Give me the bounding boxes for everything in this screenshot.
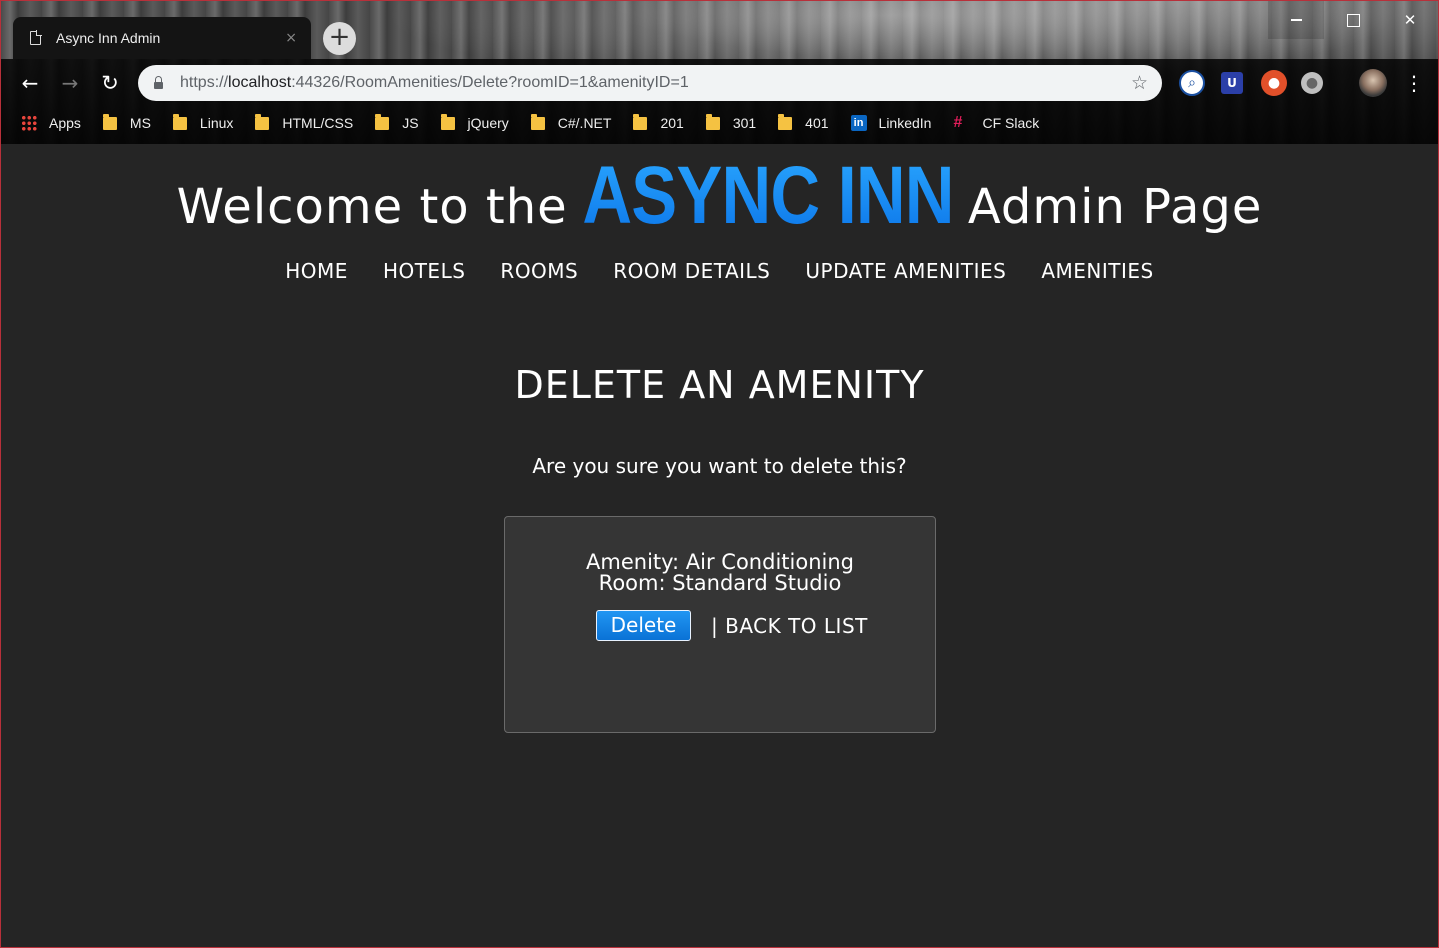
page-icon bbox=[30, 30, 42, 45]
delete-button[interactable]: Delete bbox=[596, 610, 691, 641]
bookmark-linkedin[interactable]: in LinkedIn bbox=[850, 115, 932, 131]
forward-button[interactable]: → bbox=[56, 69, 84, 97]
url-host: localhost bbox=[228, 74, 292, 91]
bookmark-label: 401 bbox=[805, 115, 829, 131]
nav-amenities[interactable]: AMENITIES bbox=[1041, 259, 1153, 283]
bookmark-csharp[interactable]: C#/.NET bbox=[530, 113, 612, 131]
maximize-icon bbox=[1346, 13, 1360, 27]
bookmark-htmlcss[interactable]: HTML/CSS bbox=[255, 113, 354, 131]
folder-icon bbox=[778, 113, 793, 130]
bookmark-label: C#/.NET bbox=[557, 115, 612, 131]
ghost-extension-icon[interactable]: ● bbox=[1301, 72, 1323, 94]
bookmark-label: CF Slack bbox=[982, 115, 1040, 131]
url-path: :44326/RoomAmenities/Delete?roomID=1&ame… bbox=[291, 74, 689, 91]
minimize-icon bbox=[1290, 19, 1302, 21]
brand-logo-text: ASYNC INN bbox=[582, 150, 954, 241]
nav-hotels[interactable]: HOTELS bbox=[383, 259, 465, 283]
bookmark-label: HTML/CSS bbox=[282, 115, 354, 131]
nav-home[interactable]: HOME bbox=[285, 259, 348, 283]
lock-icon bbox=[154, 75, 163, 89]
tab-close-icon[interactable]: × bbox=[285, 30, 297, 46]
new-tab-button[interactable]: + bbox=[323, 22, 356, 55]
maximize-button[interactable] bbox=[1325, 1, 1381, 39]
folder-icon bbox=[172, 113, 187, 130]
tab-title: Async Inn Admin bbox=[56, 30, 161, 46]
main-nav: HOME HOTELS ROOMS ROOM DETAILS UPDATE AM… bbox=[1, 259, 1438, 283]
bookmark-label: 301 bbox=[732, 115, 757, 131]
bookmark-jquery[interactable]: jQuery bbox=[440, 113, 509, 131]
folder-icon bbox=[705, 113, 720, 130]
folder-icon bbox=[255, 113, 270, 130]
title-suffix: Admin Page bbox=[967, 179, 1263, 235]
delete-confirm-card: Amenity: Air Conditioning Room: Standard… bbox=[504, 516, 936, 733]
search-extension-icon[interactable]: ⌕ bbox=[1179, 70, 1205, 96]
bookmark-301[interactable]: 301 bbox=[705, 113, 757, 131]
folder-icon bbox=[102, 113, 117, 130]
bookmark-cf-slack[interactable]: # CF Slack bbox=[953, 114, 1040, 132]
card-actions: Delete | BACK TO LIST bbox=[596, 610, 868, 641]
linkedin-icon: in bbox=[850, 115, 867, 131]
bookmarks-bar: Apps MS Linux HTML/CSS JS jQuery C#/.NET bbox=[1, 107, 1276, 139]
bookmark-label: LinkedIn bbox=[878, 115, 932, 131]
confirm-question: Are you sure you want to delete this? bbox=[532, 454, 907, 478]
amenity-detail: Amenity: Air Conditioning bbox=[586, 550, 854, 574]
reload-button[interactable]: ↻ bbox=[96, 69, 124, 97]
site-title: Welcome to the ASYNC INN Admin Page bbox=[1, 149, 1438, 243]
nav-rooms[interactable]: ROOMS bbox=[500, 259, 578, 283]
folder-icon bbox=[375, 113, 390, 130]
bookmark-apps[interactable]: Apps bbox=[1, 115, 81, 131]
back-button[interactable]: ← bbox=[16, 69, 44, 97]
bookmark-ms[interactable]: MS bbox=[102, 113, 151, 131]
bookmark-201[interactable]: 201 bbox=[633, 113, 684, 131]
back-to-list-link[interactable]: | BACK TO LIST bbox=[711, 614, 868, 638]
browser-toolbar: ← → ↻ https://localhost:44326/RoomAmenit… bbox=[1, 63, 1438, 103]
folder-icon bbox=[530, 113, 545, 130]
bookmark-linux[interactable]: Linux bbox=[172, 113, 234, 131]
apps-grid-icon bbox=[21, 115, 37, 131]
bookmark-star-icon[interactable]: ☆ bbox=[1131, 72, 1148, 95]
folder-icon bbox=[440, 113, 455, 130]
nav-update-amenities[interactable]: UPDATE AMENITIES bbox=[805, 259, 1006, 283]
address-bar[interactable]: https://localhost:44326/RoomAmenities/De… bbox=[138, 65, 1162, 101]
close-icon: ✕ bbox=[1403, 11, 1417, 29]
bookmark-label: jQuery bbox=[467, 115, 509, 131]
url-text: https://localhost:44326/RoomAmenities/De… bbox=[180, 74, 689, 92]
bookmark-label: MS bbox=[129, 115, 151, 131]
browser-tab[interactable]: Async Inn Admin × bbox=[13, 17, 311, 59]
url-prefix: https:// bbox=[180, 74, 229, 91]
nav-room-details[interactable]: ROOM DETAILS bbox=[613, 259, 770, 283]
browser-chrome: Async Inn Admin × + ✕ ← → ↻ https://loca… bbox=[1, 1, 1438, 144]
duck-extension-icon[interactable]: ● bbox=[1261, 70, 1287, 96]
bookmark-401[interactable]: 401 bbox=[778, 113, 829, 131]
bookmark-label: JS bbox=[402, 115, 419, 131]
room-detail: Room: Standard Studio bbox=[598, 571, 842, 595]
bookmark-label: Linux bbox=[199, 115, 234, 131]
profile-avatar[interactable] bbox=[1359, 69, 1387, 97]
bookmark-label: Apps bbox=[49, 115, 81, 131]
close-window-button[interactable]: ✕ bbox=[1382, 1, 1438, 39]
shield-extension-icon[interactable]: U bbox=[1221, 72, 1243, 94]
slack-icon: # bbox=[953, 114, 963, 131]
kebab-menu-icon[interactable]: ⋮ bbox=[1404, 69, 1424, 97]
page-heading: DELETE AN AMENITY bbox=[514, 363, 925, 407]
title-prefix: Welcome to the bbox=[176, 179, 568, 235]
minimize-button[interactable] bbox=[1268, 1, 1324, 39]
folder-icon bbox=[633, 113, 648, 130]
bookmark-label: 201 bbox=[660, 115, 684, 131]
bookmark-js[interactable]: JS bbox=[375, 113, 419, 131]
